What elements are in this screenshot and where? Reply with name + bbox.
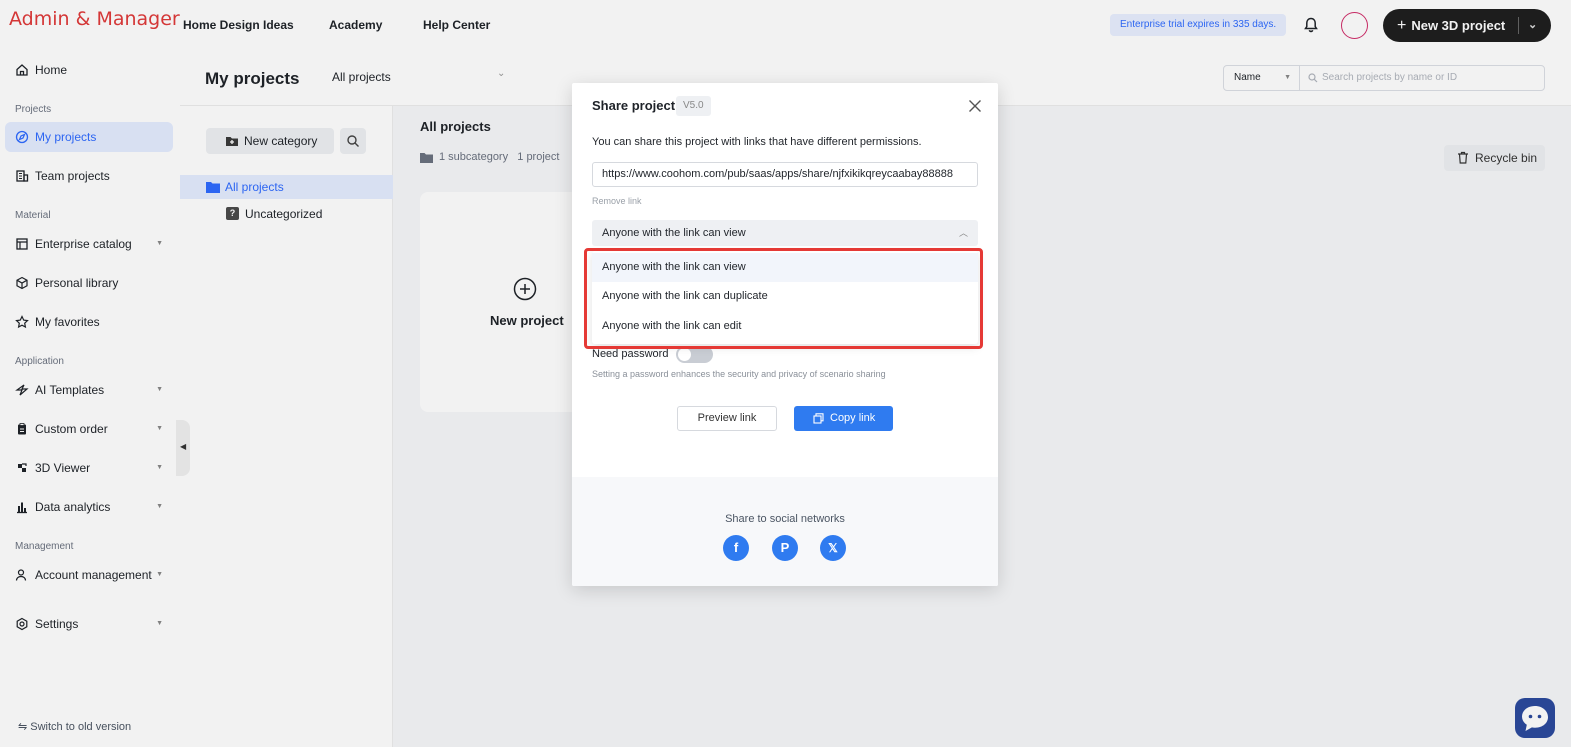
preview-link-button[interactable]: Preview link xyxy=(677,406,777,431)
permission-select[interactable]: Anyone with the link can view ︿ xyxy=(592,220,978,246)
permission-selected-value: Anyone with the link can view xyxy=(602,227,746,239)
close-icon[interactable] xyxy=(968,99,982,113)
toggle-knob xyxy=(678,348,691,361)
password-hint: Setting a password enhances the security… xyxy=(592,369,886,379)
share-social-label: Share to social networks xyxy=(725,513,845,525)
dialog-footer: Share to social networks f P 𝕏 xyxy=(572,477,998,586)
highlight-box xyxy=(584,248,983,349)
pinterest-icon[interactable]: P xyxy=(772,535,798,561)
dialog-title: Share project xyxy=(592,98,676,113)
chevron-up-icon: ︿ xyxy=(958,228,968,238)
share-url-field[interactable]: https://www.coohom.com/pub/saas/apps/sha… xyxy=(592,162,978,187)
version-badge: V5.0 xyxy=(676,96,711,116)
remove-link[interactable]: Remove link xyxy=(592,196,642,206)
dialog-description: You can share this project with links th… xyxy=(592,136,922,148)
facebook-icon[interactable]: f xyxy=(723,535,749,561)
copy-link-label: Copy link xyxy=(830,412,876,424)
need-password-label: Need password xyxy=(592,348,669,360)
x-icon[interactable]: 𝕏 xyxy=(820,535,846,561)
copy-link-button[interactable]: Copy link xyxy=(794,406,893,431)
copy-icon xyxy=(813,413,824,424)
